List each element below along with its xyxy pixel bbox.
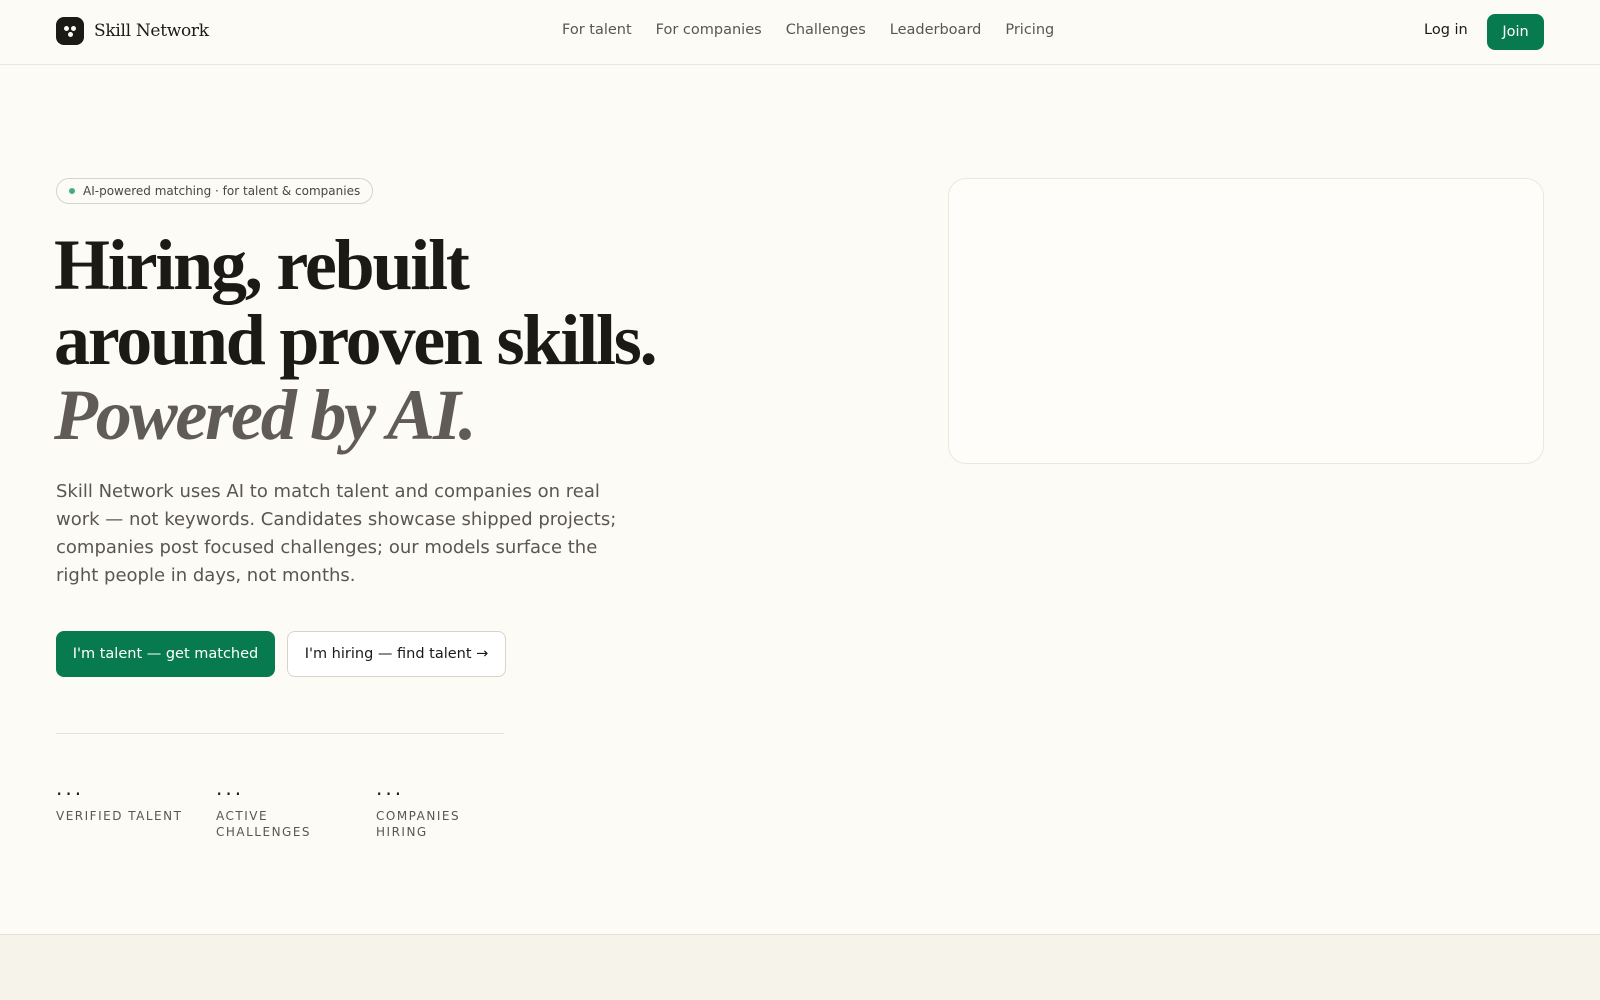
hero-preview-card	[948, 178, 1544, 464]
stat-companies-hiring: ... COMPANIES HIRING	[376, 778, 496, 840]
stat-value: ...	[56, 776, 85, 800]
headline-line-1: Hiring, rebuilt	[54, 225, 470, 305]
login-link[interactable]: Log in	[1424, 22, 1468, 38]
stat-verified-talent: ... VERIFIED TALENT	[56, 778, 196, 824]
nav-link-challenges[interactable]: Challenges	[786, 22, 866, 38]
brand-link[interactable]: Skill Network	[56, 17, 209, 45]
stat-label: COMPANIES HIRING	[376, 809, 461, 839]
hero-description: Skill Network uses AI to match talent an…	[56, 481, 617, 586]
hero-headline: Hiring, rebuilt around proven skills. Po…	[54, 228, 814, 453]
headline-line-2: around proven skills.	[54, 300, 658, 380]
stat-value: ...	[376, 776, 405, 800]
top-navigation: Skill Network For talent For companies C…	[0, 0, 1600, 65]
stat-value: ...	[216, 776, 245, 800]
nav-link-leaderboard[interactable]: Leaderboard	[890, 22, 982, 38]
headline-line-3: Powered by AI.	[54, 375, 477, 455]
hiring-cta-button[interactable]: I'm hiring — find talent →	[287, 631, 506, 677]
stat-active-challenges: ... ACTIVE CHALLENGES	[216, 778, 346, 840]
next-section-band	[0, 934, 1600, 1000]
nav-link-pricing[interactable]: Pricing	[1005, 22, 1054, 38]
nav-links: For talent For companies Challenges Lead…	[562, 22, 1078, 38]
stat-label: VERIFIED TALENT	[56, 809, 183, 823]
feature-pill-text: AI-powered matching · for talent & compa…	[83, 184, 361, 198]
join-button[interactable]: Join	[1487, 14, 1544, 50]
stats-divider	[56, 733, 504, 734]
nav-link-for-talent[interactable]: For talent	[562, 22, 632, 38]
brand-name: Skill Network	[94, 21, 209, 41]
talent-cta-button[interactable]: I'm talent — get matched	[56, 631, 275, 677]
status-dot-icon	[69, 188, 75, 194]
nav-link-for-companies[interactable]: For companies	[656, 22, 762, 38]
feature-pill: AI-powered matching · for talent & compa…	[56, 178, 374, 204]
skill-network-logo-icon	[56, 17, 84, 45]
stat-label: ACTIVE CHALLENGES	[216, 809, 312, 839]
